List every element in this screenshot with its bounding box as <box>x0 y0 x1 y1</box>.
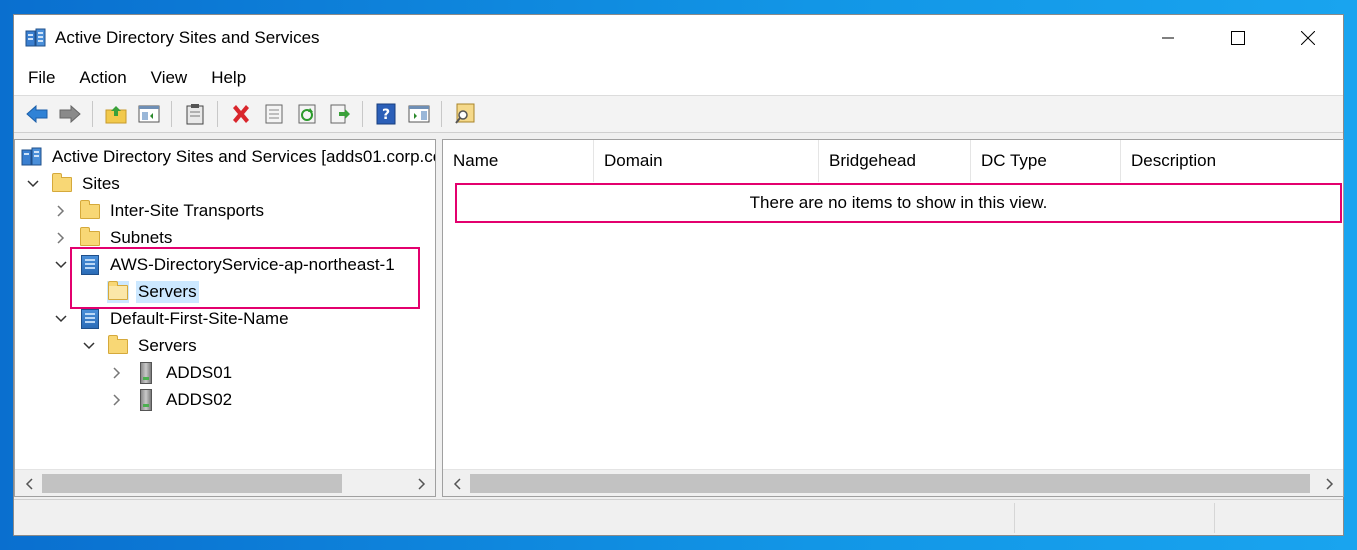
scroll-left-icon[interactable] <box>443 470 470 497</box>
console-tree-pane: Active Directory Sites and Services [add… <box>14 139 436 497</box>
tree-label-sites: Sites <box>82 174 120 193</box>
tree-item-adds02[interactable]: ADDS02 <box>109 387 234 413</box>
scrollbar-thumb[interactable] <box>42 474 342 493</box>
scrollbar-thumb[interactable] <box>470 474 1310 493</box>
back-icon <box>25 104 47 124</box>
status-divider <box>1014 503 1015 533</box>
column-header-description[interactable]: Description <box>1121 140 1343 182</box>
server-icon <box>135 362 157 384</box>
back-button[interactable] <box>23 101 50 128</box>
tree-label-adds02: ADDS02 <box>166 390 233 409</box>
chevron-right-icon[interactable] <box>53 230 69 246</box>
toolbar-separator <box>362 101 363 127</box>
list-horizontal-scrollbar[interactable] <box>443 469 1343 496</box>
status-divider <box>1214 503 1215 533</box>
ad-sites-icon <box>21 146 43 168</box>
properties-icon <box>265 104 282 124</box>
scroll-right-icon[interactable] <box>408 470 435 497</box>
show-hide-action-pane-icon <box>408 105 429 123</box>
window-title: Active Directory Sites and Services <box>55 28 320 47</box>
tree-label-default-servers: Servers <box>138 336 197 355</box>
toolbar: ? <box>14 95 1343 133</box>
column-header-name[interactable]: Name <box>443 140 594 182</box>
server-icon <box>135 389 157 411</box>
scroll-left-icon[interactable] <box>15 470 42 497</box>
help-icon: ? <box>376 103 395 125</box>
delete-button[interactable] <box>227 101 254 128</box>
tree-item-default-site[interactable]: Default-First-Site-Name <box>53 306 291 332</box>
app-window: Active Directory Sites and Services File… <box>13 14 1344 536</box>
show-hide-console-tree-button[interactable] <box>135 101 162 128</box>
maximize-button[interactable] <box>1203 15 1273 61</box>
folder-icon <box>51 173 73 195</box>
refresh-icon <box>298 104 315 124</box>
tree-label-subnets: Subnets <box>110 228 173 247</box>
tree-item-adds01[interactable]: ADDS01 <box>109 360 234 386</box>
chevron-down-icon[interactable] <box>25 176 41 192</box>
chevron-down-icon[interactable] <box>53 257 69 273</box>
minimize-button[interactable] <box>1133 15 1203 61</box>
chevron-down-icon[interactable] <box>81 338 97 354</box>
tree-item-sites[interactable]: Sites <box>25 171 122 197</box>
list-header: Name Domain Bridgehead DC Type Descripti… <box>443 140 1343 182</box>
tree-label-inter-site-transports: Inter-Site Transports <box>110 201 265 220</box>
tree-label-adds01: ADDS01 <box>166 363 233 382</box>
up-folder-icon <box>105 106 126 124</box>
column-header-bridgehead[interactable]: Bridgehead <box>819 140 971 182</box>
refresh-button[interactable] <box>293 101 320 128</box>
column-header-domain[interactable]: Domain <box>594 140 819 182</box>
title-bar: Active Directory Sites and Services <box>14 15 1343 61</box>
up-folder-button[interactable] <box>102 101 129 128</box>
show-hide-action-pane-button[interactable] <box>405 101 432 128</box>
tree-item-default-servers[interactable]: Servers <box>81 333 199 359</box>
minimize-icon <box>1162 37 1174 39</box>
maximize-icon <box>1231 31 1245 45</box>
toolbar-separator <box>92 101 93 127</box>
folder-icon <box>79 200 101 222</box>
menu-action[interactable]: Action <box>67 68 138 88</box>
tree-item-root[interactable]: Active Directory Sites and Services [add… <box>21 144 435 170</box>
find-icon <box>454 103 474 124</box>
export-list-button[interactable] <box>326 101 353 128</box>
tree-label-default-site: Default-First-Site-Name <box>110 309 289 328</box>
folder-icon <box>107 335 129 357</box>
menu-help[interactable]: Help <box>199 68 258 88</box>
tree-label-root: Active Directory Sites and Services [add… <box>52 147 435 166</box>
status-bar <box>14 499 1343 535</box>
chevron-right-icon[interactable] <box>109 392 125 408</box>
site-icon <box>79 308 101 330</box>
help-button[interactable]: ? <box>372 101 399 128</box>
clipboard-button[interactable] <box>181 101 208 128</box>
show-hide-console-tree-icon <box>138 105 159 123</box>
forward-button[interactable] <box>56 101 83 128</box>
menu-view[interactable]: View <box>139 68 200 88</box>
toolbar-separator <box>441 101 442 127</box>
folder-icon <box>79 227 101 249</box>
column-header-dc-type[interactable]: DC Type <box>971 140 1121 182</box>
delete-icon <box>232 105 249 123</box>
toolbar-separator <box>217 101 218 127</box>
annotation-highlight-aws-site <box>70 247 420 309</box>
menu-bar: File Action View Help <box>14 61 1343 95</box>
tree-item-inter-site-transports[interactable]: Inter-Site Transports <box>53 198 266 224</box>
menu-file[interactable]: File <box>16 68 67 88</box>
toolbar-separator <box>171 101 172 127</box>
svg-text:?: ? <box>381 107 389 123</box>
close-icon <box>1301 31 1315 45</box>
close-button[interactable] <box>1273 15 1343 61</box>
export-list-icon <box>330 104 350 124</box>
chevron-right-icon[interactable] <box>109 365 125 381</box>
chevron-right-icon[interactable] <box>53 203 69 219</box>
find-button[interactable] <box>451 101 478 128</box>
chevron-down-icon[interactable] <box>53 311 69 327</box>
ad-sites-app-icon <box>25 27 47 49</box>
tree-horizontal-scrollbar[interactable] <box>15 469 435 496</box>
empty-list-message: There are no items to show in this view. <box>455 183 1342 223</box>
clipboard-icon <box>186 104 203 125</box>
properties-button[interactable] <box>260 101 287 128</box>
details-pane: Name Domain Bridgehead DC Type Descripti… <box>442 139 1344 497</box>
forward-icon <box>59 104 81 124</box>
scroll-right-icon[interactable] <box>1316 470 1343 497</box>
